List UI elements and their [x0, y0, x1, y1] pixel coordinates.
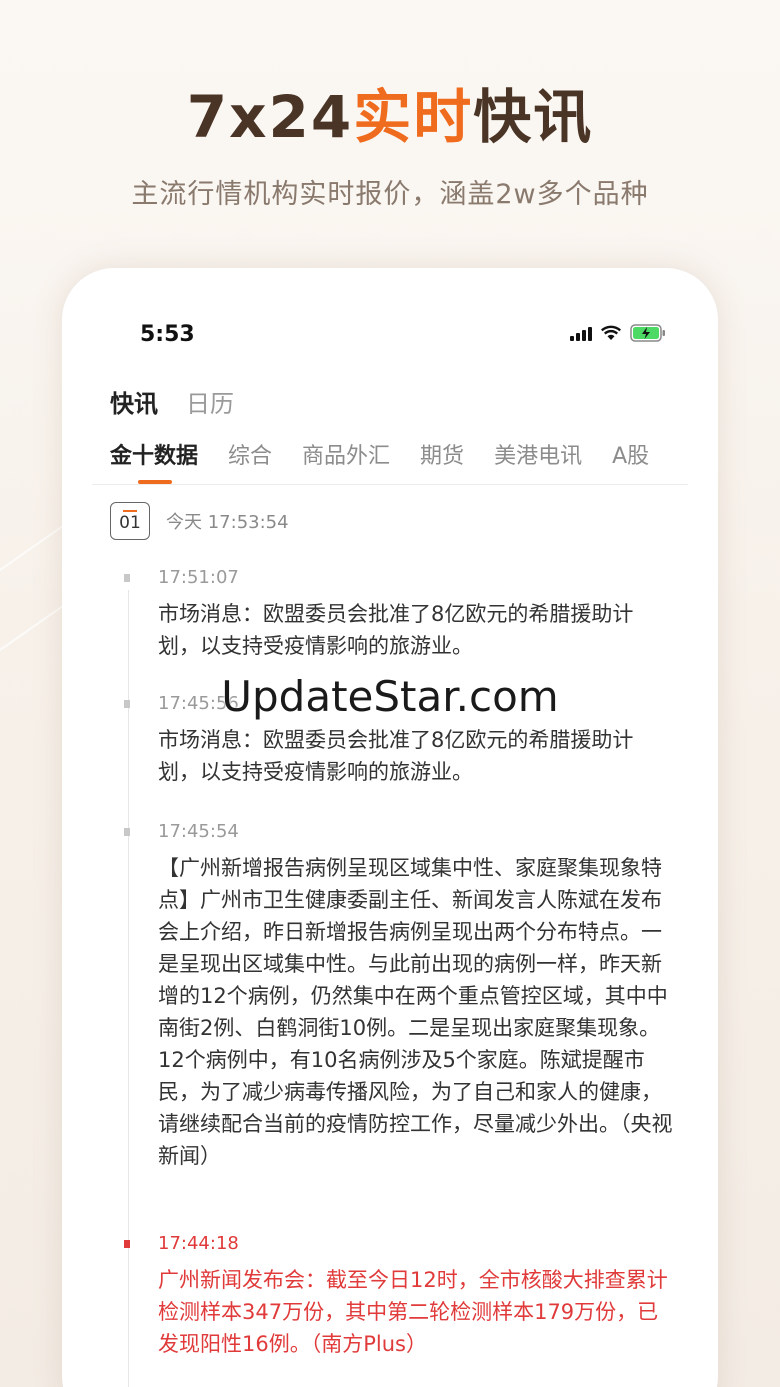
news-text: 市场消息：欧盟委员会批准了8亿欧元的希腊援助计划，以支持受疫情影响的旅游业。: [158, 602, 634, 658]
status-icons: [570, 324, 666, 342]
news-time: 17:45:54: [158, 821, 239, 842]
top-tabs: 快讯 日历: [110, 384, 234, 419]
news-time: 17:51:07: [158, 567, 239, 588]
timeline-bullet: [124, 574, 130, 582]
tab-commodities-forex[interactable]: 商品外汇: [302, 438, 390, 484]
tab-futures[interactable]: 期货: [420, 438, 464, 484]
watermark: UpdateStar.com: [221, 672, 559, 721]
signal-icon: [570, 325, 592, 341]
tab-us-hk-news[interactable]: 美港电讯: [494, 438, 582, 484]
date-header: 01 今天 17:53:54: [110, 502, 289, 540]
wifi-icon: [600, 325, 622, 340]
calendar-day: 01: [119, 513, 141, 533]
hero-title-part2: 快讯: [473, 83, 594, 151]
tab-jin10-data[interactable]: 金十数据: [110, 438, 198, 484]
status-bar: 5:53: [62, 268, 718, 368]
tab-general[interactable]: 综合: [228, 438, 272, 484]
hero-title-part1: 7x24: [186, 83, 354, 151]
battery-charging-icon: [630, 324, 665, 342]
calendar-icon[interactable]: 01: [110, 502, 150, 540]
news-item-highlighted[interactable]: 17:44:18 广州新闻发布会：截至今日12时，全市核酸大排查累计检测样本34…: [124, 1232, 684, 1360]
news-text: 市场消息：欧盟委员会批准了8亿欧元的希腊援助计划，以支持受疫情影响的旅游业。: [158, 728, 634, 784]
tab-calendar[interactable]: 日历: [186, 384, 234, 419]
hero-title: 7x24实时快讯: [0, 82, 780, 152]
news-text: 广州新闻发布会：截至今日12时，全市核酸大排查累计检测样本347万份，其中第二轮…: [158, 1268, 668, 1356]
category-tabs: 金十数据 综合 商品外汇 期货 美港电讯 A股: [110, 438, 649, 484]
tab-flash-news[interactable]: 快讯: [110, 384, 158, 419]
news-text: 【广州新增报告病例呈现区域集中性、家庭聚集现象特点】广州市卫生健康委副主任、新闻…: [158, 856, 673, 1168]
news-item[interactable]: 17:45:54 【广州新增报告病例呈现区域集中性、家庭聚集现象特点】广州市卫生…: [124, 820, 684, 1172]
tab-a-shares[interactable]: A股: [612, 438, 649, 484]
phone-frame: 5:53 快讯 日历 金十数据 综合 商品外汇 期货 美港电讯 A股 01 今天…: [62, 268, 718, 1387]
status-time: 5:53: [140, 322, 195, 347]
hero-subtitle: 主流行情机构实时报价，涵盖2w多个品种: [131, 179, 649, 210]
timeline-bullet: [124, 828, 130, 836]
hero-title-accent: 实时: [353, 83, 474, 151]
timeline-bullet: [124, 1240, 130, 1248]
news-item[interactable]: 17:51:07 市场消息：欧盟委员会批准了8亿欧元的希腊援助计划，以支持受疫情…: [124, 566, 684, 662]
news-time: 17:44:18: [158, 1233, 239, 1254]
date-text: 今天 17:53:54: [166, 512, 289, 533]
tabs-divider: [92, 484, 688, 485]
